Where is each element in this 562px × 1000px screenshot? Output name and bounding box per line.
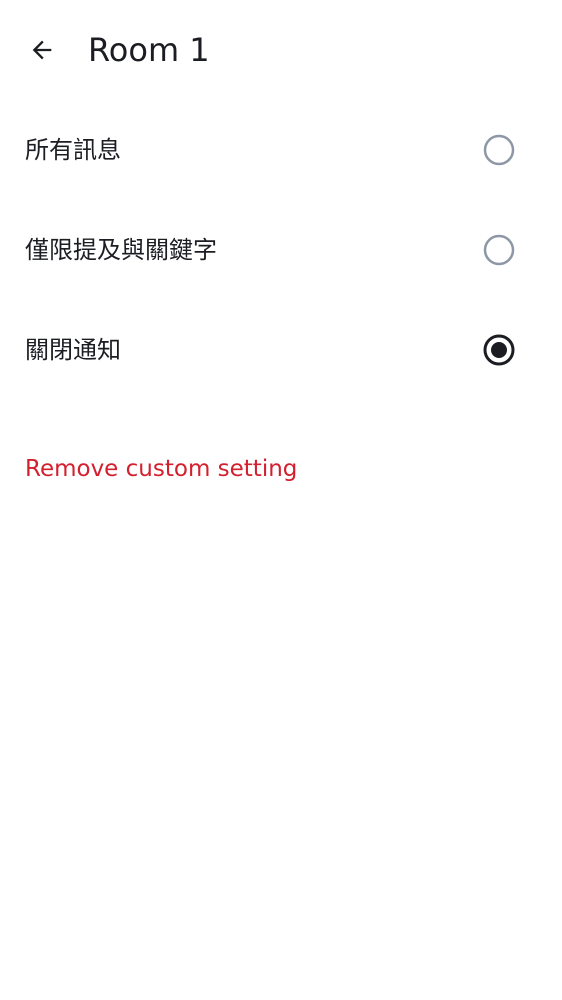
radio-button-unselected[interactable] [482,133,516,167]
remove-custom-setting-button[interactable]: Remove custom setting [25,453,297,485]
option-label: 僅限提及與關鍵字 [25,236,217,264]
option-label: 關閉通知 [25,336,121,364]
option-all-messages[interactable]: 所有訊息 [0,100,562,200]
option-mute[interactable]: 關閉通知 [0,300,562,400]
radio-button-unselected[interactable] [482,233,516,267]
option-mentions-keywords[interactable]: 僅限提及與關鍵字 [0,200,562,300]
back-button[interactable] [18,26,66,74]
arrow-back-icon [32,40,52,60]
page-title: Room 1 [88,31,210,69]
app-bar: Room 1 [0,0,562,100]
option-label: 所有訊息 [25,136,121,164]
radio-button-selected[interactable] [482,333,516,367]
